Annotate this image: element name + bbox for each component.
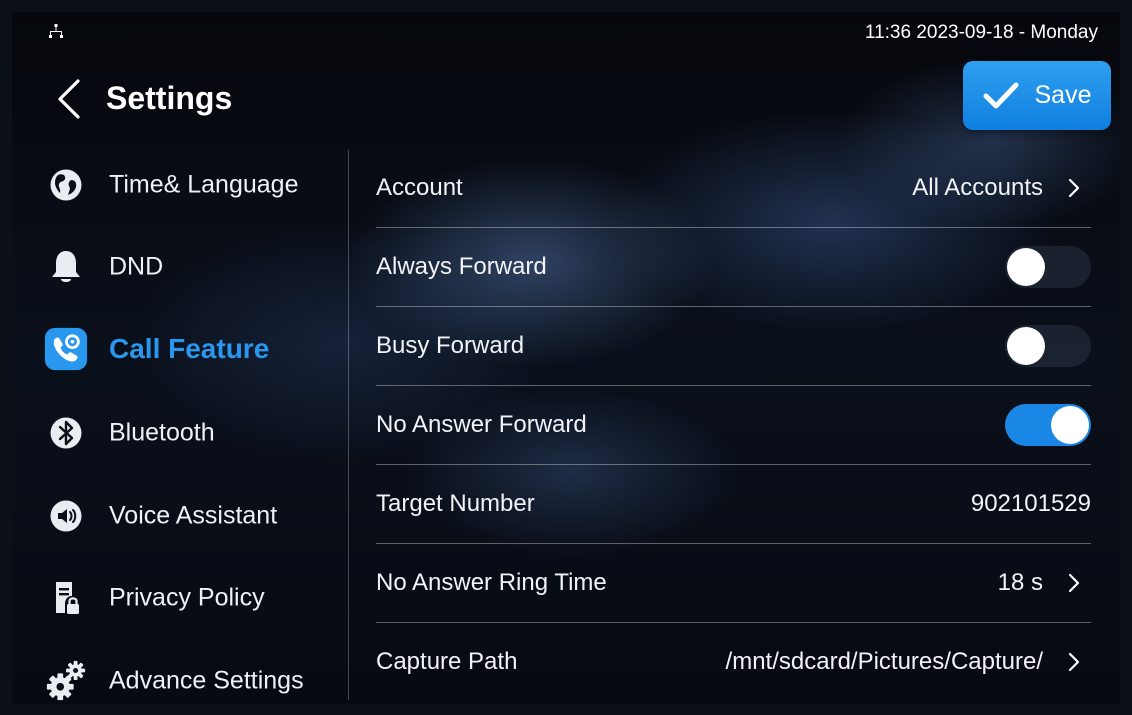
sidebar-item-advance-settings[interactable]: Advance Settings xyxy=(40,651,340,704)
chevron-right-icon xyxy=(1068,573,1080,593)
save-label: Save xyxy=(1034,81,1092,109)
sidebar-item-label: Time& Language xyxy=(109,170,299,199)
row-no-answer-ring-time[interactable]: No Answer Ring Time 18 s xyxy=(376,544,1091,622)
sidebar-item-label: Call Feature xyxy=(109,333,270,364)
chevron-right-icon xyxy=(1068,178,1080,198)
toggle-knob xyxy=(1007,248,1045,286)
page-title: Settings xyxy=(106,80,233,116)
sidebar-divider xyxy=(348,150,349,700)
busy-forward-toggle[interactable] xyxy=(1005,325,1091,367)
network-icon xyxy=(49,24,63,38)
row-label: Account xyxy=(376,174,463,201)
row-always-forward: Always Forward xyxy=(376,228,1091,306)
sidebar-item-call-feature[interactable]: Call Feature xyxy=(40,319,340,379)
globe-icon xyxy=(44,163,88,207)
row-capture-path[interactable]: Capture Path /mnt/sdcard/Pictures/Captur… xyxy=(376,623,1091,701)
sidebar-item-bluetooth[interactable]: Bluetooth xyxy=(40,403,340,463)
sidebar-item-voice-assistant[interactable]: Voice Assistant xyxy=(40,486,340,546)
sidebar-item-privacy-policy[interactable]: Privacy Policy xyxy=(40,568,340,628)
status-bar: 11:36 2023-09-18 - Monday xyxy=(12,12,1120,54)
save-button[interactable]: Save xyxy=(963,61,1111,130)
sidebar-item-label: Bluetooth xyxy=(109,418,215,447)
row-label: No Answer Forward xyxy=(376,411,587,438)
no-answer-forward-toggle[interactable] xyxy=(1005,404,1091,446)
target-number-value: 902101529 xyxy=(970,490,1091,517)
device-screen: 11:36 2023-09-18 - Monday Settings Save … xyxy=(12,12,1120,704)
back-button[interactable] xyxy=(50,76,90,122)
speaker-icon xyxy=(44,494,88,538)
row-label: Always Forward xyxy=(376,253,547,280)
row-value: /mnt/sdcard/Pictures/Capture/ xyxy=(725,648,1043,675)
bluetooth-icon xyxy=(44,411,88,455)
bell-icon xyxy=(44,245,88,289)
checkmark-icon xyxy=(983,82,1018,108)
row-label: No Answer Ring Time xyxy=(376,569,607,596)
row-no-answer-forward: No Answer Forward xyxy=(376,386,1091,464)
row-value: 18 s xyxy=(997,569,1043,596)
toggle-knob xyxy=(1007,327,1045,365)
toggle-knob xyxy=(1051,406,1089,444)
privacy-document-icon xyxy=(44,576,88,620)
sidebar-item-label: Advance Settings xyxy=(109,666,304,695)
sidebar-item-label: Voice Assistant xyxy=(109,501,278,530)
sidebar-item-label: Privacy Policy xyxy=(109,583,265,612)
row-label: Busy Forward xyxy=(376,332,525,359)
row-busy-forward: Busy Forward xyxy=(376,307,1091,385)
row-target-number[interactable]: Target Number 902101529 xyxy=(376,465,1091,543)
chevron-right-icon xyxy=(1068,652,1080,672)
row-label: Capture Path xyxy=(376,648,518,675)
gears-icon xyxy=(44,659,88,703)
sidebar-item-dnd[interactable]: DND xyxy=(40,237,340,297)
sidebar-item-time-language[interactable]: Time& Language xyxy=(40,155,340,215)
row-label: Target Number xyxy=(376,490,535,517)
always-forward-toggle[interactable] xyxy=(1005,246,1091,288)
row-account[interactable]: Account All Accounts xyxy=(376,149,1091,227)
row-value: All Accounts xyxy=(912,174,1043,201)
status-datetime: 11:36 2023-09-18 - Monday xyxy=(864,22,1098,43)
call-settings-icon xyxy=(44,327,88,371)
chevron-left-icon xyxy=(58,79,80,119)
sidebar-item-label: DND xyxy=(109,252,164,281)
